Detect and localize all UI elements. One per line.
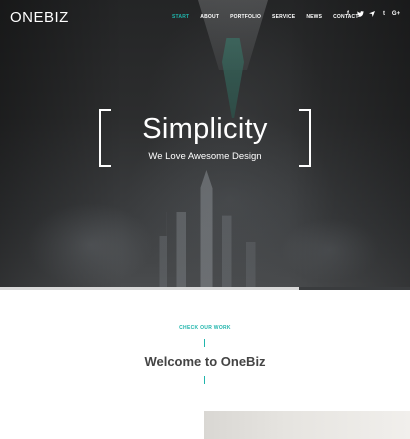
section-eyebrow: CHECK OUR WORK: [179, 325, 231, 331]
slider-progress-track: [0, 287, 410, 290]
main-nav: START ABOUT PORTFOLIO SERVICE NEWS CONTA…: [172, 14, 370, 20]
site-logo[interactable]: ONEBIZ: [10, 9, 69, 26]
section-title: Welcome to OneBiz: [144, 354, 266, 369]
tumblr-icon[interactable]: t: [378, 11, 390, 19]
section-divider-top: [204, 339, 205, 347]
facebook-icon[interactable]: f: [342, 11, 354, 19]
hero-banner: ONEBIZ START ABOUT PORTFOLIO SERVICE NEW…: [0, 0, 410, 290]
hero-title: Simplicity: [142, 113, 268, 145]
nav-item-news[interactable]: NEWS: [306, 14, 322, 20]
nav-item-start[interactable]: START: [172, 14, 189, 20]
google-plus-icon[interactable]: G+: [390, 11, 402, 19]
nav-item-about[interactable]: ABOUT: [200, 14, 219, 20]
work-image: [204, 411, 410, 439]
nav-item-service[interactable]: SERVICE: [272, 14, 295, 20]
nav-item-portfolio[interactable]: PORTFOLIO: [230, 14, 261, 20]
foursquare-icon[interactable]: [366, 11, 378, 19]
twitter-icon[interactable]: [354, 11, 366, 19]
section-divider-bottom: [204, 376, 205, 384]
slider-progress-fill: [0, 287, 300, 290]
social-links: f t G+: [342, 11, 402, 19]
hero-subtitle: We Love Awesome Design: [148, 151, 262, 162]
